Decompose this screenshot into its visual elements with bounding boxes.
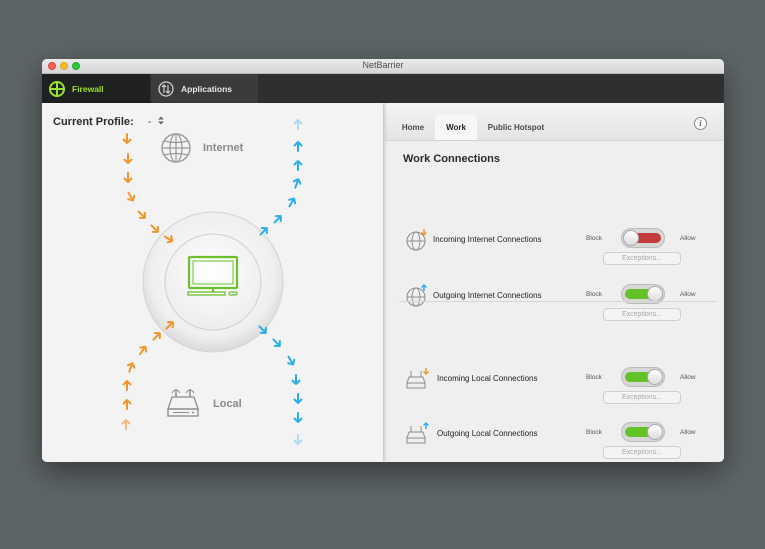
- incoming-local-flow-arrow-icon: [122, 380, 132, 391]
- section-divider: [399, 301, 717, 302]
- toggle-knob: [647, 424, 663, 440]
- outgoing-local-block-label: Block: [586, 429, 602, 436]
- toolbar: Firewall Applications: [42, 74, 724, 103]
- outgoing-local-flow-arrow-icon: [293, 412, 303, 423]
- outgoing-local-allow-label: Allow: [680, 429, 696, 436]
- router-outgoing-icon: [406, 422, 429, 444]
- tab-public-hotspot[interactable]: Public Hotspot: [481, 115, 551, 140]
- outgoing-internet-label: Outgoing Internet Connections: [433, 291, 542, 300]
- incoming-local-flow-arrow-icon: [121, 419, 131, 430]
- outgoing-internet-row: Outgoing Internet Connections Block Allo…: [385, 284, 724, 344]
- outgoing-internet-flow-arrow-icon: [273, 215, 282, 224]
- globe-outgoing-icon: [406, 284, 427, 307]
- incoming-internet-flow-arrow-icon: [137, 210, 146, 219]
- incoming-internet-flow-arrow-icon: [150, 224, 159, 233]
- incoming-internet-flow-arrow-icon: [123, 172, 133, 183]
- tab-home-label: Home: [401, 123, 425, 132]
- internet-globe-icon: [161, 133, 191, 163]
- outgoing-internet-allow-label: Allow: [680, 291, 696, 298]
- incoming-internet-block-label: Block: [586, 235, 602, 242]
- toolbar-firewall-label: Firewall: [72, 83, 104, 94]
- tab-public-hotspot-label: Public Hotspot: [487, 123, 545, 132]
- applications-icon: [158, 80, 174, 97]
- globe-incoming-icon: [406, 229, 427, 251]
- toggle-knob: [647, 369, 663, 385]
- incoming-internet-flow-arrow-icon: [122, 133, 132, 144]
- incoming-local-flow-arrow-icon: [122, 399, 132, 410]
- firewall-icon: [49, 80, 65, 97]
- incoming-local-allow-label: Allow: [680, 374, 696, 381]
- local-label: Local: [213, 398, 242, 410]
- tab-work-label: Work: [446, 123, 466, 132]
- incoming-internet-flow-arrow-icon: [123, 153, 133, 164]
- outgoing-local-flow-arrow-icon: [293, 393, 303, 404]
- toolbar-applications-label: Applications: [181, 83, 233, 94]
- incoming-local-block-label: Block: [586, 374, 602, 381]
- incoming-local-label: Incoming Local Connections: [437, 374, 538, 383]
- incoming-local-row: Incoming Local Connections Block Allow E…: [385, 367, 724, 427]
- local-router-icon: [167, 389, 199, 417]
- toolbar-firewall-button[interactable]: Firewall: [42, 74, 150, 103]
- outgoing-local-label: Outgoing Local Connections: [437, 429, 538, 438]
- outgoing-internet-flow-arrow-icon: [293, 160, 303, 171]
- outgoing-local-toggle[interactable]: [621, 422, 665, 442]
- profile-tabs-bar: Home Work Public Hotspot i: [385, 103, 724, 141]
- outgoing-internet-block-label: Block: [586, 291, 602, 298]
- incoming-local-flow-arrow-icon: [126, 362, 136, 373]
- outgoing-internet-flow-arrow-icon: [293, 119, 303, 130]
- incoming-internet-allow-label: Allow: [680, 235, 696, 242]
- incoming-local-exceptions-button[interactable]: Exceptions...: [603, 391, 681, 404]
- internet-label: Internet: [203, 142, 244, 154]
- outgoing-local-flow-arrow-icon: [287, 355, 296, 366]
- window-title: NetBarrier: [362, 60, 404, 70]
- router-incoming-icon: [406, 368, 429, 389]
- outgoing-local-row: Outgoing Local Connections Block Allow E…: [385, 422, 724, 462]
- tab-home[interactable]: Home: [395, 115, 431, 140]
- incoming-local-flow-arrow-icon: [139, 345, 148, 356]
- incoming-internet-row: Incoming Internet Connections Block Allo…: [385, 228, 724, 288]
- outgoing-internet-flow-arrow-icon: [293, 141, 303, 152]
- title-bar: NetBarrier: [42, 59, 724, 74]
- outgoing-local-flow-arrow-icon: [291, 374, 301, 385]
- toolbar-applications-button[interactable]: Applications: [151, 74, 258, 103]
- profile-settings-panel: Home Work Public Hotspot i Work Connecti…: [385, 103, 724, 462]
- outgoing-local-flow-arrow-icon: [272, 338, 281, 347]
- info-button[interactable]: i: [694, 117, 707, 130]
- computer-inner-disc: [164, 233, 262, 331]
- toggle-knob: [647, 286, 663, 302]
- outgoing-internet-flow-arrow-icon: [292, 178, 302, 189]
- toggle-knob: [623, 230, 639, 246]
- incoming-local-flow-arrow-icon: [152, 332, 161, 341]
- incoming-internet-exceptions-button[interactable]: Exceptions...: [603, 252, 681, 265]
- app-window: NetBarrier Firewall Applications Current…: [42, 59, 724, 462]
- outgoing-internet-flow-arrow-icon: [288, 197, 297, 208]
- outgoing-internet-exceptions-button[interactable]: Exceptions...: [603, 308, 681, 321]
- outgoing-local-flow-arrow-icon: [293, 434, 303, 445]
- section-title: Work Connections: [403, 153, 500, 165]
- incoming-internet-label: Incoming Internet Connections: [433, 235, 542, 244]
- outgoing-local-exceptions-button[interactable]: Exceptions...: [603, 446, 681, 459]
- incoming-internet-toggle[interactable]: [621, 228, 665, 248]
- incoming-internet-flow-arrow-icon: [127, 191, 136, 202]
- tab-work[interactable]: Work: [435, 115, 477, 140]
- network-diagram-panel: Current Profile: - Internet Local: [42, 103, 383, 462]
- incoming-local-toggle[interactable]: [621, 367, 665, 387]
